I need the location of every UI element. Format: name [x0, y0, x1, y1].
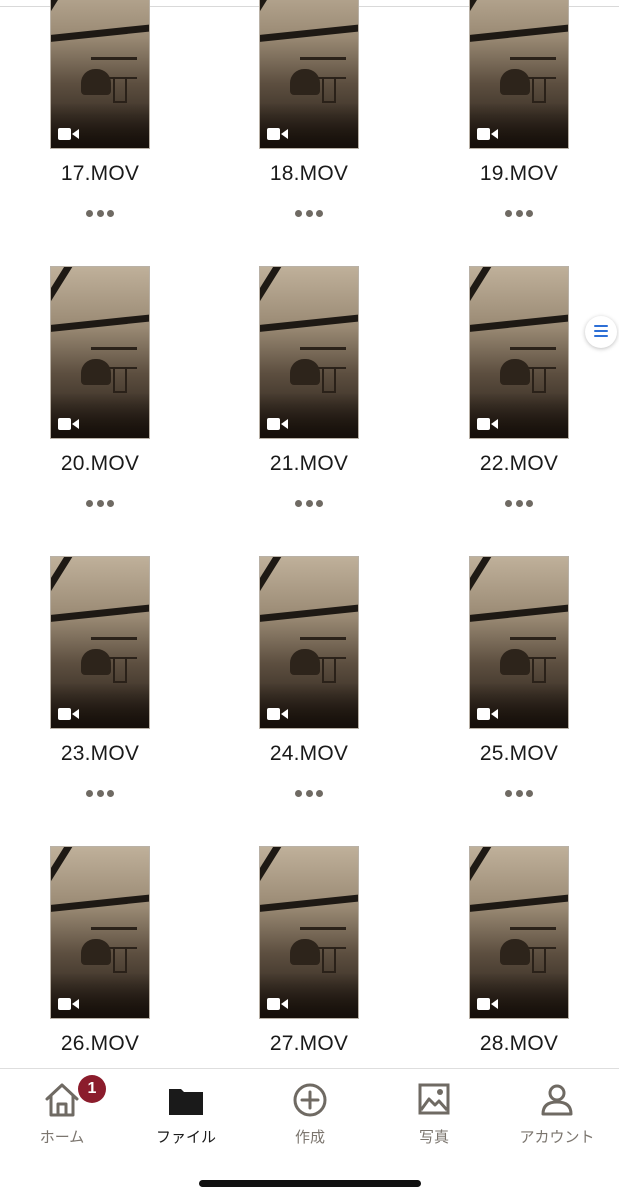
file-item[interactable]: 19.MOV — [439, 0, 599, 217]
tab-files[interactable]: ファイル — [124, 1069, 248, 1159]
file-item[interactable]: 24.MOV — [229, 556, 389, 797]
tab-account[interactable]: アカウント — [495, 1069, 619, 1159]
file-item[interactable]: 20.MOV — [20, 266, 180, 507]
video-camera-icon — [267, 707, 289, 721]
file-name: 24.MOV — [269, 742, 349, 765]
file-thumbnail[interactable] — [50, 556, 150, 729]
account-icon — [538, 1081, 576, 1119]
more-options-button[interactable] — [505, 786, 533, 800]
file-item[interactable]: 17.MOV — [20, 0, 180, 217]
file-name: 18.MOV — [269, 162, 349, 185]
video-camera-icon — [58, 707, 80, 721]
file-name: 27.MOV — [269, 1032, 349, 1055]
file-thumbnail[interactable] — [259, 556, 359, 729]
video-camera-icon — [477, 997, 499, 1011]
file-item[interactable]: 23.MOV — [20, 556, 180, 797]
more-options-button[interactable] — [86, 786, 114, 800]
video-camera-icon — [477, 707, 499, 721]
video-camera-icon — [267, 417, 289, 431]
file-name: 19.MOV — [479, 162, 559, 185]
list-menu-icon — [593, 323, 609, 342]
tab-label: アカウント — [519, 1128, 595, 1146]
video-camera-icon — [267, 997, 289, 1011]
video-camera-icon — [477, 127, 499, 141]
file-thumbnail[interactable] — [469, 556, 569, 729]
file-thumbnail[interactable] — [469, 846, 569, 1019]
tab-label: 作成 — [294, 1128, 325, 1146]
tab-photos[interactable]: 写真 — [372, 1069, 496, 1159]
more-options-button[interactable] — [86, 206, 114, 220]
file-name: 21.MOV — [269, 452, 349, 475]
file-thumbnail[interactable] — [469, 0, 569, 149]
file-item[interactable]: 22.MOV — [439, 266, 599, 507]
home-icon — [43, 1081, 81, 1119]
tab-label: ホーム — [39, 1128, 85, 1146]
tab-create[interactable]: 作成 — [248, 1069, 372, 1159]
tab-label: ファイル — [155, 1128, 216, 1146]
more-options-button[interactable] — [505, 496, 533, 510]
file-item[interactable]: 26.MOV — [20, 846, 180, 1068]
video-camera-icon — [477, 417, 499, 431]
video-camera-icon — [58, 127, 80, 141]
file-name: 26.MOV — [60, 1032, 140, 1055]
file-item[interactable]: 18.MOV — [229, 0, 389, 217]
file-thumbnail[interactable] — [50, 846, 150, 1019]
file-thumbnail[interactable] — [469, 266, 569, 439]
file-item[interactable]: 21.MOV — [229, 266, 389, 507]
file-grid: 17.MOV 18.MOV 19.MOV 20.MOV 21.MOV 22.MO… — [0, 0, 619, 1068]
tab-label: 写真 — [418, 1128, 449, 1146]
more-options-button[interactable] — [295, 206, 323, 220]
file-thumbnail[interactable] — [259, 266, 359, 439]
file-name: 17.MOV — [60, 162, 140, 185]
file-thumbnail[interactable] — [50, 266, 150, 439]
file-item[interactable]: 28.MOV — [439, 846, 599, 1068]
file-item[interactable]: 25.MOV — [439, 556, 599, 797]
file-name: 25.MOV — [479, 742, 559, 765]
file-name: 23.MOV — [60, 742, 140, 765]
more-options-button[interactable] — [86, 496, 114, 510]
photo-icon — [415, 1081, 453, 1119]
file-thumbnail[interactable] — [259, 846, 359, 1019]
more-options-button[interactable] — [295, 496, 323, 510]
file-name: 20.MOV — [60, 452, 140, 475]
file-thumbnail[interactable] — [259, 0, 359, 149]
home-indicator[interactable] — [199, 1180, 421, 1187]
file-name: 22.MOV — [479, 452, 559, 475]
notification-badge: 1 — [78, 1075, 106, 1103]
tab-home[interactable]: 1 ホーム — [0, 1069, 124, 1159]
plus-circle-icon — [291, 1081, 329, 1119]
video-camera-icon — [58, 417, 80, 431]
video-camera-icon — [58, 997, 80, 1011]
more-options-button[interactable] — [295, 786, 323, 800]
file-thumbnail[interactable] — [50, 0, 150, 149]
side-menu-button[interactable] — [585, 316, 617, 348]
video-camera-icon — [267, 127, 289, 141]
folder-icon — [167, 1081, 205, 1119]
file-item[interactable]: 27.MOV — [229, 846, 389, 1068]
more-options-button[interactable] — [505, 206, 533, 220]
file-name: 28.MOV — [479, 1032, 559, 1055]
